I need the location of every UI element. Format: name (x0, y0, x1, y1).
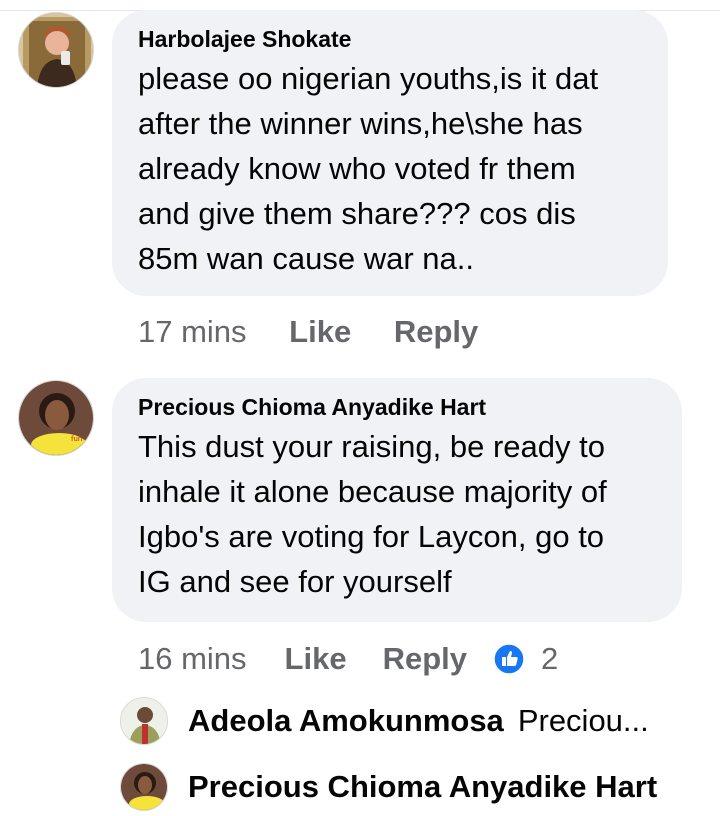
reply-button[interactable]: Reply (394, 314, 478, 349)
comment-line: already know who voted fr them (138, 151, 576, 186)
avatar[interactable] (120, 763, 168, 811)
comment-text: please oo nigerian youths,is it dat afte… (138, 56, 644, 281)
avatar[interactable] (18, 12, 94, 88)
avatar[interactable] (120, 697, 168, 745)
comment-line: This dust your raising, be ready to (138, 429, 605, 464)
thumbs-up-icon[interactable] (493, 643, 525, 675)
comment-meta: 16 mins Like Reply 2 (138, 641, 558, 677)
comment-line: 85m wan cause war na.. (138, 241, 475, 276)
profile-photo-icon (121, 698, 167, 744)
reply-preview[interactable]: Precious Chioma Anyadike Hart (120, 762, 657, 812)
comment-time[interactable]: 17 mins (138, 314, 247, 349)
comment-author[interactable]: Harbolajee Shokate (138, 24, 644, 54)
profile-photo-icon (19, 13, 93, 87)
like-button[interactable]: Like (289, 314, 351, 349)
comment-bubble: Precious Chioma Anyadike Hart This dust … (112, 378, 682, 622)
reaction-count[interactable]: 2 (541, 641, 558, 677)
comment-line: inhale it alone because majority of (138, 474, 607, 509)
comment-bubble: Harbolajee Shokate please oo nigerian yo… (112, 10, 668, 296)
reply-preview[interactable]: Adeola Amokunmosa Preciou... (120, 696, 649, 746)
comment-line: after the winner wins,he\she has (138, 106, 583, 141)
reply-snippet: Preciou... (517, 703, 649, 738)
reply-button[interactable]: Reply (383, 641, 467, 677)
profile-photo-icon: fun (19, 381, 93, 455)
reply-author[interactable]: Adeola Amokunmosa (188, 703, 504, 739)
avatar[interactable]: fun (18, 380, 94, 456)
svg-text:fun: fun (71, 435, 82, 443)
like-button[interactable]: Like (285, 641, 347, 677)
comment-line: Igbo's are voting for Laycon, go to (138, 519, 605, 554)
comment-author[interactable]: Precious Chioma Anyadike Hart (138, 392, 658, 422)
reply-author[interactable]: Precious Chioma Anyadike Hart (188, 769, 657, 805)
comment-line: IG and see for yourself (138, 564, 452, 599)
profile-photo-icon (121, 764, 167, 810)
comment-text: This dust your raising, be ready to inha… (138, 424, 658, 604)
comment-line: and give them share??? cos dis (138, 196, 576, 231)
comment-line: please oo nigerian youths,is it dat (138, 61, 599, 96)
comment-meta: 17 mins Like Reply (138, 314, 478, 350)
comment-time[interactable]: 16 mins (138, 641, 247, 677)
